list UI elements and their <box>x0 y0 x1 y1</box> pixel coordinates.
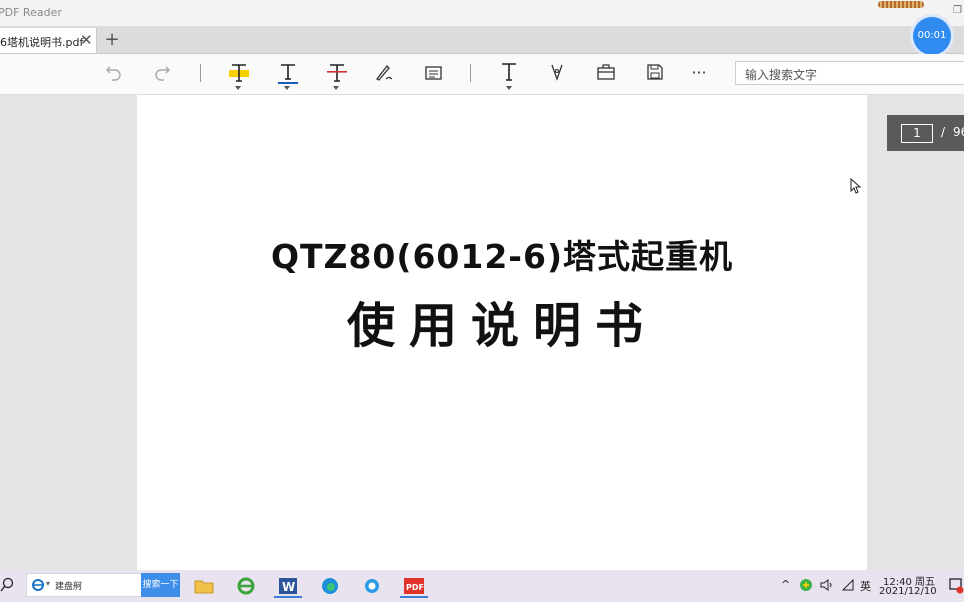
pdf-icon: PDF <box>404 578 424 594</box>
windows-search-icon[interactable] <box>0 577 14 593</box>
chevron-down-icon[interactable] <box>284 86 290 90</box>
text-icon <box>502 63 516 81</box>
save-button[interactable] <box>640 54 670 94</box>
app-title: PDF Reader <box>0 6 62 19</box>
search-input[interactable]: 输入搜索文字 <box>735 61 964 85</box>
toolbar-divider <box>200 64 201 82</box>
ie-browser-icon <box>237 577 255 595</box>
network-icon[interactable] <box>841 579 855 591</box>
page-navigator: 1 / 96 <box>887 115 964 151</box>
volume-icon[interactable] <box>820 579 834 591</box>
clock-date[interactable]: 2021/12/10 <box>879 586 937 597</box>
mouse-cursor-icon <box>850 178 862 194</box>
taskbar-pdf-reader[interactable]: PDF <box>400 574 428 598</box>
chevron-down-icon[interactable] <box>333 86 339 90</box>
new-tab-button[interactable]: + <box>98 28 126 52</box>
word-icon: W <box>279 578 297 594</box>
notification-icon[interactable] <box>949 578 964 594</box>
undo-button[interactable] <box>99 54 129 94</box>
chevron-down-icon[interactable] <box>235 86 241 90</box>
recording-timer[interactable]: 00:01 <box>913 17 951 55</box>
stamp-button[interactable] <box>542 54 572 94</box>
note-icon <box>425 66 442 80</box>
tab-document[interactable]: 6塔机说明书.pdf ✕ <box>0 28 97 53</box>
taskbar-file-explorer[interactable] <box>190 574 218 598</box>
taskbar-edge[interactable] <box>316 574 344 598</box>
page-separator: / <box>941 125 946 139</box>
more-options-button[interactable]: ··· <box>684 54 714 94</box>
folder-icon <box>194 580 214 594</box>
pen-nib-icon <box>551 64 563 81</box>
page-total: 96 <box>953 125 964 139</box>
toolbox-button[interactable] <box>591 54 621 94</box>
page-number-input[interactable]: 1 <box>901 124 933 143</box>
dropdown-icon[interactable]: ▾ <box>46 579 50 588</box>
svg-text:PDF: PDF <box>406 583 424 592</box>
title-bar: PDF Reader ❐ <box>0 0 964 26</box>
taskbar-ie[interactable] <box>358 574 386 598</box>
strikethrough-text-button[interactable] <box>321 54 351 94</box>
underline-text-icon <box>278 64 298 84</box>
ie-search-text: 建盘舸 <box>55 582 83 592</box>
briefcase-icon <box>597 64 615 80</box>
recording-indicator <box>878 1 924 8</box>
svg-text:W: W <box>282 580 295 594</box>
tab-bar: 6塔机说明书.pdf ✕ <box>0 26 964 54</box>
redo-icon <box>155 66 170 81</box>
underline-text-button[interactable] <box>272 54 302 94</box>
strikethrough-text-icon <box>327 64 347 82</box>
undo-icon <box>106 66 121 81</box>
ime-indicator[interactable]: 英 <box>860 578 871 594</box>
ie-icon <box>32 579 44 591</box>
taskbar-ie-browser[interactable] <box>232 574 260 598</box>
ie-blue-icon <box>365 579 379 593</box>
freehand-draw-button[interactable] <box>369 54 399 94</box>
tab-close-icon[interactable]: ✕ <box>80 31 93 49</box>
add-text-button[interactable] <box>494 54 524 94</box>
chevron-down-icon[interactable] <box>506 86 512 90</box>
note-button[interactable] <box>418 54 448 94</box>
ie-search-box[interactable]: ▾ 建盘舸 <box>26 573 142 597</box>
highlight-text-button[interactable] <box>223 54 253 94</box>
tray-expand-icon[interactable]: ^ <box>781 578 790 591</box>
pen-signature-icon <box>376 65 393 81</box>
ie-search-button[interactable]: 搜索一下 <box>141 573 180 597</box>
restore-window-icon[interactable]: ❐ <box>953 5 962 16</box>
save-icon <box>647 64 663 80</box>
redo-button[interactable] <box>147 54 177 94</box>
document-title: QTZ80(6012-6)塔式起重机 <box>270 237 734 276</box>
taskbar-word[interactable]: W <box>274 574 302 598</box>
search-placeholder: 输入搜索文字 <box>745 68 818 82</box>
edge-icon <box>322 578 338 594</box>
security-tray-icon[interactable] <box>798 578 814 592</box>
tab-title: 6塔机说明书.pdf <box>0 36 84 49</box>
toolbar-divider <box>470 64 471 82</box>
highlight-text-icon <box>229 64 249 82</box>
document-subtitle: 使用说明书 <box>346 298 657 354</box>
